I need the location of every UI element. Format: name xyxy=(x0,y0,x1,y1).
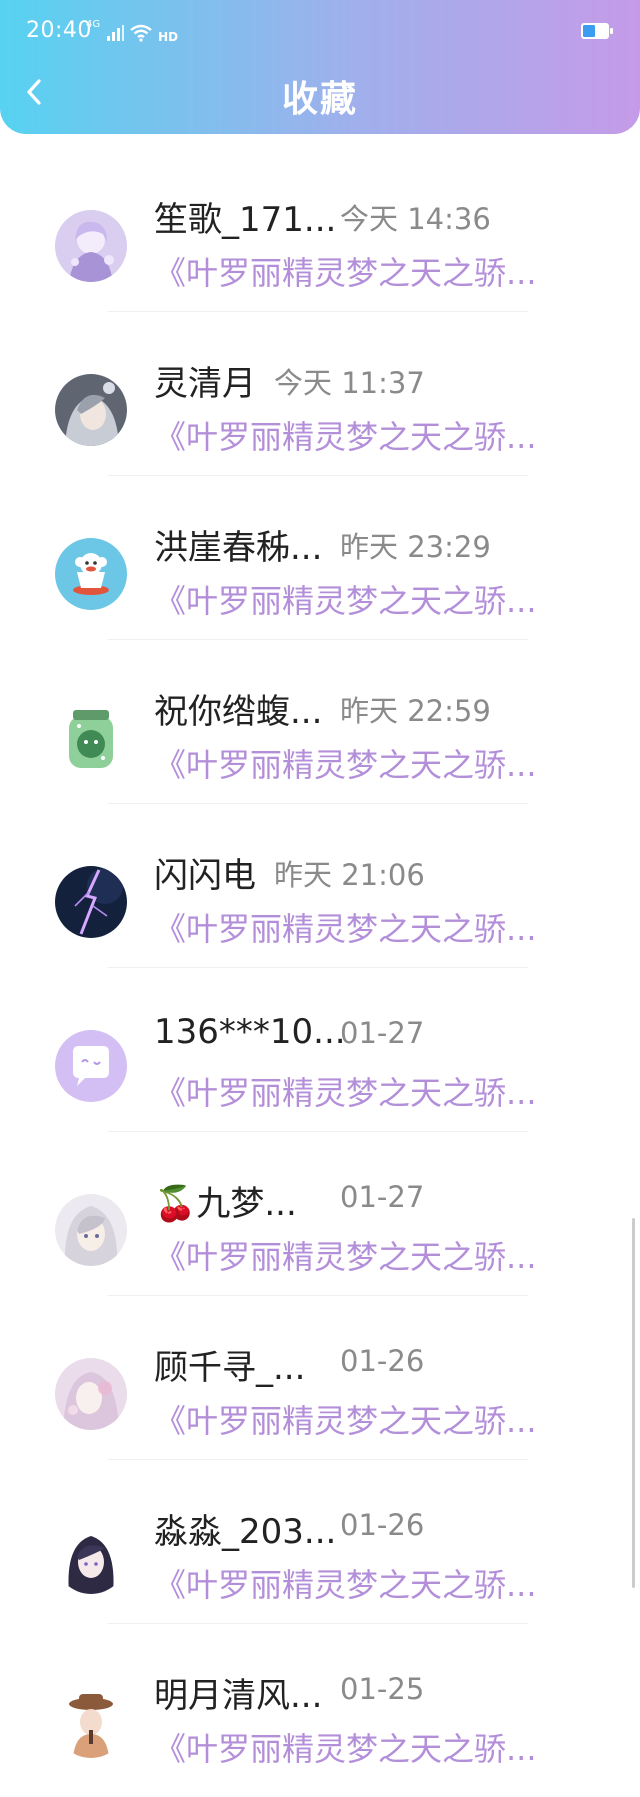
timestamp: 今天 14:36 xyxy=(340,202,491,236)
timestamp: 01-26 xyxy=(340,1508,425,1542)
list-item[interactable]: 淼淼_203... 01-26 《叶罗丽精灵梦之天之骄... xyxy=(0,1460,640,1624)
chat-bubble-avatar xyxy=(55,1030,127,1102)
anime-girl-dark-hair-avatar xyxy=(55,1522,127,1594)
user-name: 淼淼_203... xyxy=(154,1512,337,1552)
list-item[interactable]: 136***10... 01-27 《叶罗丽精灵梦之天之骄... xyxy=(0,968,640,1132)
book-title-link[interactable]: 《叶罗丽精灵梦之天之骄... xyxy=(154,1068,537,1114)
anime-girl-pastel-avatar xyxy=(55,1358,127,1430)
timestamp: 昨天 21:06 xyxy=(274,858,425,892)
book-title-link[interactable]: 《叶罗丽精灵梦之天之骄... xyxy=(154,248,537,294)
list-item[interactable]: 灵清月 今天 11:37 《叶罗丽精灵梦之天之骄... xyxy=(0,312,640,476)
list-item[interactable]: 🍒九梦... 01-27 《叶罗丽精灵梦之天之骄... xyxy=(0,1132,640,1296)
timestamp: 今天 11:37 xyxy=(274,366,425,400)
user-name: 笙歌_171... xyxy=(154,200,337,240)
anime-girl-avatar xyxy=(55,210,127,282)
timestamp: 01-27 xyxy=(340,1016,425,1050)
anime-character-avatar xyxy=(55,374,127,446)
battery-icon xyxy=(581,23,613,39)
book-title-link[interactable]: 《叶罗丽精灵梦之天之骄... xyxy=(154,1232,537,1278)
status-icons: 4G HD xyxy=(86,19,179,44)
wifi-icon xyxy=(130,24,152,42)
status-bar: 20:40 4G HD xyxy=(0,0,640,62)
scrollbar[interactable] xyxy=(632,1218,635,1588)
user-name: 灵清月 xyxy=(154,364,256,404)
book-title-link[interactable]: 《叶罗丽精灵梦之天之骄... xyxy=(154,412,537,458)
book-title-link[interactable]: 《叶罗丽精灵梦之天之骄... xyxy=(154,1396,537,1442)
list-item[interactable]: 祝你绺蝮... 昨天 22:59 《叶罗丽精灵梦之天之骄... xyxy=(0,640,640,804)
list-item[interactable]: 洪崖春秭... 昨天 23:29 《叶罗丽精灵梦之天之骄... xyxy=(0,476,640,640)
user-name: 洪崖春秭... xyxy=(154,528,323,568)
timestamp: 01-27 xyxy=(340,1180,425,1214)
network-type-label: 4G xyxy=(86,19,101,30)
timestamp: 昨天 23:29 xyxy=(340,530,491,564)
status-time: 20:40 xyxy=(26,18,92,43)
lightning-avatar xyxy=(55,866,127,938)
cellular-signal-icon xyxy=(107,25,125,41)
book-title-link[interactable]: 《叶罗丽精灵梦之天之骄... xyxy=(154,740,537,786)
user-name: 明月清风... xyxy=(154,1676,323,1716)
user-name: 顾千寻_... xyxy=(154,1348,306,1388)
timestamp: 昨天 22:59 xyxy=(340,694,491,728)
green-jar-avatar xyxy=(55,702,127,774)
monkey-cup-avatar xyxy=(55,538,127,610)
list-item[interactable]: 笙歌_171... 今天 14:36 《叶罗丽精灵梦之天之骄... xyxy=(0,148,640,312)
anime-girl-white-hair-avatar xyxy=(55,1194,127,1266)
user-name: 136***10... xyxy=(154,1012,346,1052)
book-title-link[interactable]: 《叶罗丽精灵梦之天之骄... xyxy=(154,576,537,622)
timestamp: 01-26 xyxy=(340,1344,425,1378)
book-title-link[interactable]: 《叶罗丽精灵梦之天之骄... xyxy=(154,1560,537,1606)
page-title: 收藏 xyxy=(281,79,358,120)
favorites-list: 笙歌_171... 今天 14:36 《叶罗丽精灵梦之天之骄... 灵清月 今天… xyxy=(0,148,640,1788)
girl-with-hat-avatar xyxy=(55,1686,127,1758)
list-item[interactable]: 闪闪电 昨天 21:06 《叶罗丽精灵梦之天之骄... xyxy=(0,804,640,968)
timestamp: 01-25 xyxy=(340,1672,425,1706)
list-item[interactable]: 顾千寻_... 01-26 《叶罗丽精灵梦之天之骄... xyxy=(0,1296,640,1460)
app-header: 20:40 4G HD 收藏 xyxy=(0,0,640,134)
hd-label: HD xyxy=(158,30,179,44)
user-name: 🍒九梦... xyxy=(154,1184,297,1224)
book-title-link[interactable]: 《叶罗丽精灵梦之天之骄... xyxy=(154,1724,537,1770)
book-title-link[interactable]: 《叶罗丽精灵梦之天之骄... xyxy=(154,904,537,950)
user-name: 闪闪电 xyxy=(154,856,256,896)
list-item[interactable]: 明月清风... 01-25 《叶罗丽精灵梦之天之骄... xyxy=(0,1624,640,1788)
user-name: 祝你绺蝮... xyxy=(154,692,323,732)
